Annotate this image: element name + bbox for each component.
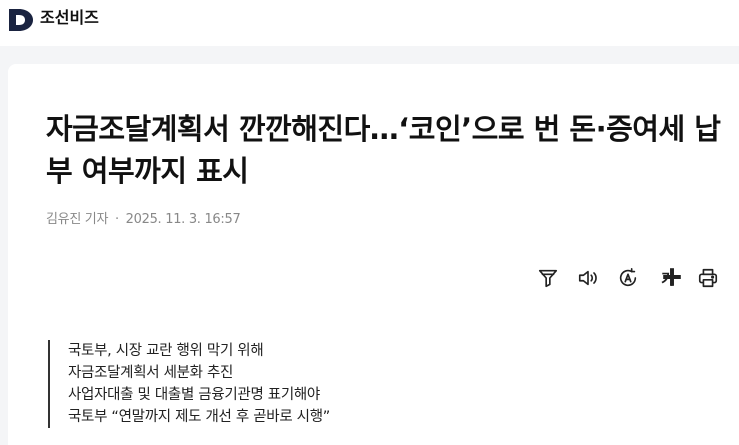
top-bar: 조선비즈 (0, 0, 739, 46)
article-summary: 국토부, 시장 교란 행위 막기 위해 자금조달계획서 세분화 추진 사업자대출… (48, 340, 330, 428)
byline-separator: · (114, 212, 119, 227)
reporter-name[interactable]: 김유진 기자 (46, 212, 108, 227)
publish-date: 2025. 11. 3. 16:57 (125, 212, 241, 227)
filter-button[interactable] (536, 266, 560, 290)
translate-button[interactable] (616, 266, 640, 290)
listen-button[interactable] (576, 266, 600, 290)
filter-icon (538, 269, 558, 288)
translate-icon (619, 268, 637, 287)
summary-item: 자금조달계획서 세분화 추진 (68, 365, 234, 381)
brand-name[interactable]: 조선비즈 (40, 8, 99, 28)
article-card: 자금조달계획서 깐깐해진다…‘코인’으로 번 돈·증여세 납부 여부까지 표시 … (8, 64, 739, 445)
article-byline: 김유진 기자 · 2025. 11. 3. 16:57 (46, 212, 241, 228)
font-size-icon: 가 (661, 267, 681, 289)
chosunbiz-d-logo-icon[interactable] (8, 8, 34, 32)
summary-item: 국토부 “연말까지 제도 개선 후 곧바로 시행” (68, 409, 330, 425)
print-icon (698, 268, 718, 288)
article-headline: 자금조달계획서 깐깐해진다…‘코인’으로 번 돈·증여세 납부 여부까지 표시 (46, 112, 721, 188)
print-button[interactable] (696, 266, 720, 290)
summary-item: 국토부, 시장 교란 행위 막기 위해 (68, 343, 264, 359)
speaker-icon (578, 270, 597, 286)
font-size-button[interactable]: 가 (656, 266, 681, 290)
summary-item: 사업자대출 및 대출별 금융기관명 표기해야 (68, 387, 320, 403)
article-toolbar: 가 (536, 266, 720, 290)
